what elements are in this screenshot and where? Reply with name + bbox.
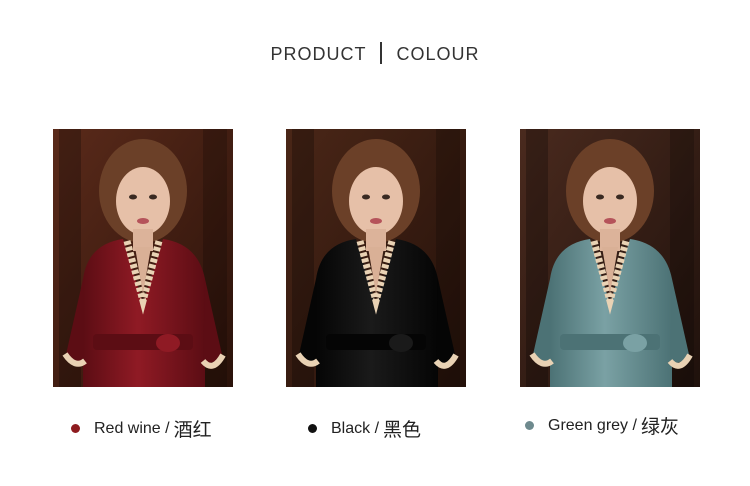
colour-swatch	[308, 424, 317, 433]
colour-name-en: Red wine /	[94, 419, 170, 437]
product-photo-green-grey[interactable]	[520, 129, 700, 387]
colour-name-en: Black /	[331, 419, 380, 437]
colour-name-cn: 酒红	[173, 419, 212, 441]
colour-label-red-wine: Red wine / 酒红	[71, 415, 212, 442]
colour-name-en: Green grey /	[548, 416, 637, 434]
colour-swatch	[71, 424, 80, 433]
title-colour: COLOUR	[396, 44, 480, 64]
model-illustration	[286, 129, 466, 387]
colour-label-black: Black / 黑色	[308, 415, 421, 442]
product-photo-black[interactable]	[286, 129, 466, 387]
title-product: PRODUCT	[270, 44, 367, 64]
product-photo-red-wine[interactable]	[53, 129, 233, 387]
colour-name-cn: 绿灰	[640, 416, 679, 438]
model-illustration	[53, 129, 233, 387]
colour-label-green-grey: Green grey / 绿灰	[525, 412, 679, 439]
model-illustration	[520, 129, 700, 387]
colour-swatch	[525, 421, 534, 430]
title-divider	[380, 42, 383, 64]
section-title: PRODUCT COLOUR	[0, 42, 750, 65]
colour-name-cn: 黑色	[383, 419, 422, 441]
